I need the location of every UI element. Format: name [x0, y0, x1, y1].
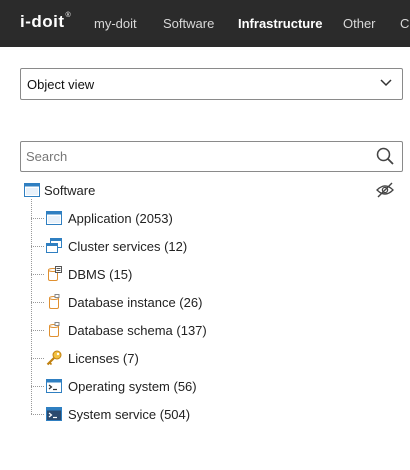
tree-branch — [31, 218, 44, 219]
tree-item-label: Operating system (56) — [68, 379, 197, 394]
tree-root-label: Software — [44, 183, 96, 198]
tree-item-label: Database schema (137) — [68, 323, 207, 338]
tree-branch — [31, 358, 44, 359]
app-logo[interactable]: i-doit® — [20, 12, 71, 32]
cluster-windows-icon — [46, 238, 62, 253]
tree-item-label: Database instance (26) — [68, 295, 203, 310]
logo-trademark: ® — [65, 12, 72, 19]
tree-branch — [31, 330, 44, 331]
tree-item-label: Application (2053) — [68, 211, 173, 226]
top-navigation-bar: i-doit® my-doit Software Infrastructure … — [0, 0, 410, 47]
window-icon — [24, 183, 40, 197]
chevron-down-icon — [380, 79, 392, 87]
system-service-icon — [46, 407, 62, 421]
hide-eye-icon[interactable] — [376, 182, 394, 198]
logo-text: i-doit — [20, 12, 65, 31]
nav-item-truncated[interactable]: C — [400, 16, 409, 31]
tree-branch — [31, 386, 44, 387]
search-input[interactable] — [26, 146, 356, 166]
tree-branch — [31, 246, 44, 247]
tree-item-label: System service (504) — [68, 407, 191, 422]
view-select-value: Object view — [27, 77, 95, 92]
database-schema-icon — [49, 322, 60, 337]
tree-item-label: Licenses (7) — [68, 351, 139, 366]
view-select[interactable]: Object view — [20, 68, 403, 100]
nav-item-infrastructure[interactable]: Infrastructure — [238, 16, 323, 31]
application-window-icon — [46, 211, 62, 225]
tree-item-label: DBMS (15) — [68, 267, 133, 282]
key-icon — [46, 350, 62, 366]
database-instance-icon — [49, 294, 60, 309]
nav-item-software[interactable]: Software — [163, 16, 214, 31]
tree-item-label: Cluster services (12) — [68, 239, 188, 254]
dbms-icon — [48, 266, 62, 281]
nav-item-other[interactable]: Other — [343, 16, 376, 31]
terminal-icon — [46, 379, 62, 393]
nav-item-my-doit[interactable]: my-doit — [94, 16, 137, 31]
search-box — [20, 141, 403, 172]
tree-branch — [31, 414, 44, 415]
tree-connector-line — [31, 199, 32, 414]
tree-branch — [31, 302, 44, 303]
search-icon[interactable] — [376, 147, 394, 165]
tree-branch — [31, 274, 44, 275]
